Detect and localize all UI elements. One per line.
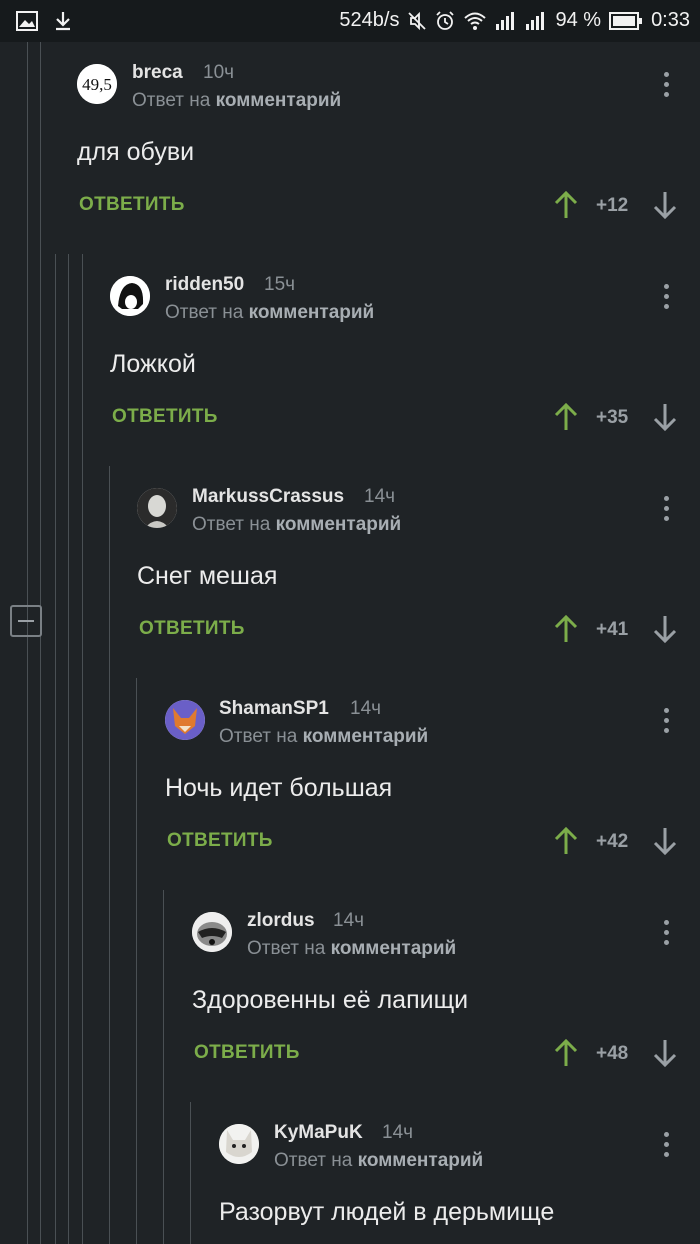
mute-icon: [407, 9, 427, 32]
comment-text: для обуви: [77, 138, 195, 166]
downvote-icon[interactable]: [652, 826, 678, 861]
signal-icon: [495, 9, 517, 32]
comment-time: 15ч: [264, 274, 296, 295]
username[interactable]: ShamanSP1: [219, 698, 329, 720]
comment: MarkussCrassus 14ч Ответ на комментарий …: [0, 466, 700, 678]
comment-score: +48: [596, 1043, 629, 1064]
comment-score: +41: [596, 619, 629, 640]
comment-time: 14ч: [333, 910, 365, 931]
comment-score: +35: [596, 407, 629, 428]
downvote-icon[interactable]: [652, 402, 678, 437]
comment: zlordus 14ч Ответ на комментарий Здорове…: [0, 890, 700, 1102]
comment-time: 10ч: [203, 62, 235, 83]
reply-to-label: Ответ на комментарий: [165, 302, 375, 323]
downvote-icon[interactable]: [652, 1038, 678, 1073]
reply-to-link[interactable]: комментарий: [303, 726, 429, 747]
svg-text:49,5: 49,5: [82, 75, 112, 94]
downvote-icon[interactable]: [652, 190, 678, 225]
upvote-icon[interactable]: [553, 614, 579, 649]
signal-icon: [525, 9, 547, 32]
reply-to-label: Ответ на комментарий: [247, 938, 457, 959]
comment: KyMaPuK 14ч Ответ на комментарий Разорву…: [0, 1102, 700, 1244]
reply-to-link[interactable]: комментарий: [216, 90, 342, 111]
username[interactable]: KyMaPuK: [274, 1122, 363, 1144]
clock: 0:33: [651, 9, 690, 31]
avatar[interactable]: [110, 276, 150, 316]
reply-button[interactable]: ОТВЕТИТЬ: [139, 618, 245, 640]
avatar[interactable]: [192, 912, 232, 952]
comment-score: +42: [596, 831, 629, 852]
upvote-icon[interactable]: [553, 190, 579, 225]
username[interactable]: zlordus: [247, 910, 315, 932]
more-options-icon[interactable]: [664, 920, 670, 950]
upvote-icon[interactable]: [553, 826, 579, 861]
more-options-icon[interactable]: [664, 284, 670, 314]
username[interactable]: breca: [132, 62, 183, 84]
comment-time: 14ч: [364, 486, 396, 507]
avatar[interactable]: 49,5: [77, 64, 117, 104]
reply-button[interactable]: ОТВЕТИТЬ: [79, 194, 185, 216]
comment: ShamanSP1 14ч Ответ на комментарий Ночь …: [0, 678, 700, 890]
battery-level: 94 %: [555, 9, 602, 31]
status-bar: 524b/s 94 % 0:33: [0, 0, 700, 42]
reply-to-link[interactable]: комментарий: [358, 1150, 484, 1171]
reply-to-label: Ответ на комментарий: [274, 1150, 484, 1171]
username[interactable]: MarkussCrassus: [192, 486, 344, 508]
upvote-icon[interactable]: [553, 1038, 579, 1073]
comment-text: Снег мешая: [137, 562, 278, 590]
wifi-icon: [463, 9, 487, 32]
comment-score: +12: [596, 195, 629, 216]
reply-to-link[interactable]: комментарий: [276, 514, 402, 535]
downvote-icon[interactable]: [652, 614, 678, 649]
battery-icon: [609, 9, 643, 32]
comment-time: 14ч: [382, 1122, 414, 1143]
comment-text: Здоровенны её лапищи: [192, 986, 469, 1014]
comment-text: Ночь идет большая: [165, 774, 393, 802]
comment-text: Разорвут людей в дерьмище: [219, 1198, 555, 1226]
reply-to-label: Ответ на комментарий: [219, 726, 429, 747]
more-options-icon[interactable]: [664, 496, 670, 526]
more-options-icon[interactable]: [664, 72, 670, 102]
avatar[interactable]: [165, 700, 205, 740]
download-icon: [54, 9, 72, 32]
comment: ridden50 15ч Ответ на комментарий Ложкой…: [0, 254, 700, 466]
avatar[interactable]: [219, 1124, 259, 1164]
image-icon: [16, 9, 38, 32]
reply-to-link[interactable]: комментарий: [331, 938, 457, 959]
upvote-icon[interactable]: [553, 402, 579, 437]
comment-text: Ложкой: [110, 350, 196, 378]
avatar[interactable]: [137, 488, 177, 528]
reply-button[interactable]: ОТВЕТИТЬ: [112, 406, 218, 428]
username[interactable]: ridden50: [165, 274, 244, 296]
reply-button[interactable]: ОТВЕТИТЬ: [194, 1042, 300, 1064]
alarm-icon: [435, 9, 455, 32]
more-options-icon[interactable]: [664, 708, 670, 738]
reply-to-label: Ответ на комментарий: [192, 514, 402, 535]
more-options-icon[interactable]: [664, 1132, 670, 1162]
reply-to-link[interactable]: комментарий: [249, 302, 375, 323]
reply-to-label: Ответ на комментарий: [132, 90, 342, 111]
comment-time: 14ч: [350, 698, 382, 719]
comment: 49,5 breca 10ч Ответ на комментарий для …: [0, 42, 700, 254]
network-speed: 524b/s: [339, 9, 400, 31]
reply-button[interactable]: ОТВЕТИТЬ: [167, 830, 273, 852]
